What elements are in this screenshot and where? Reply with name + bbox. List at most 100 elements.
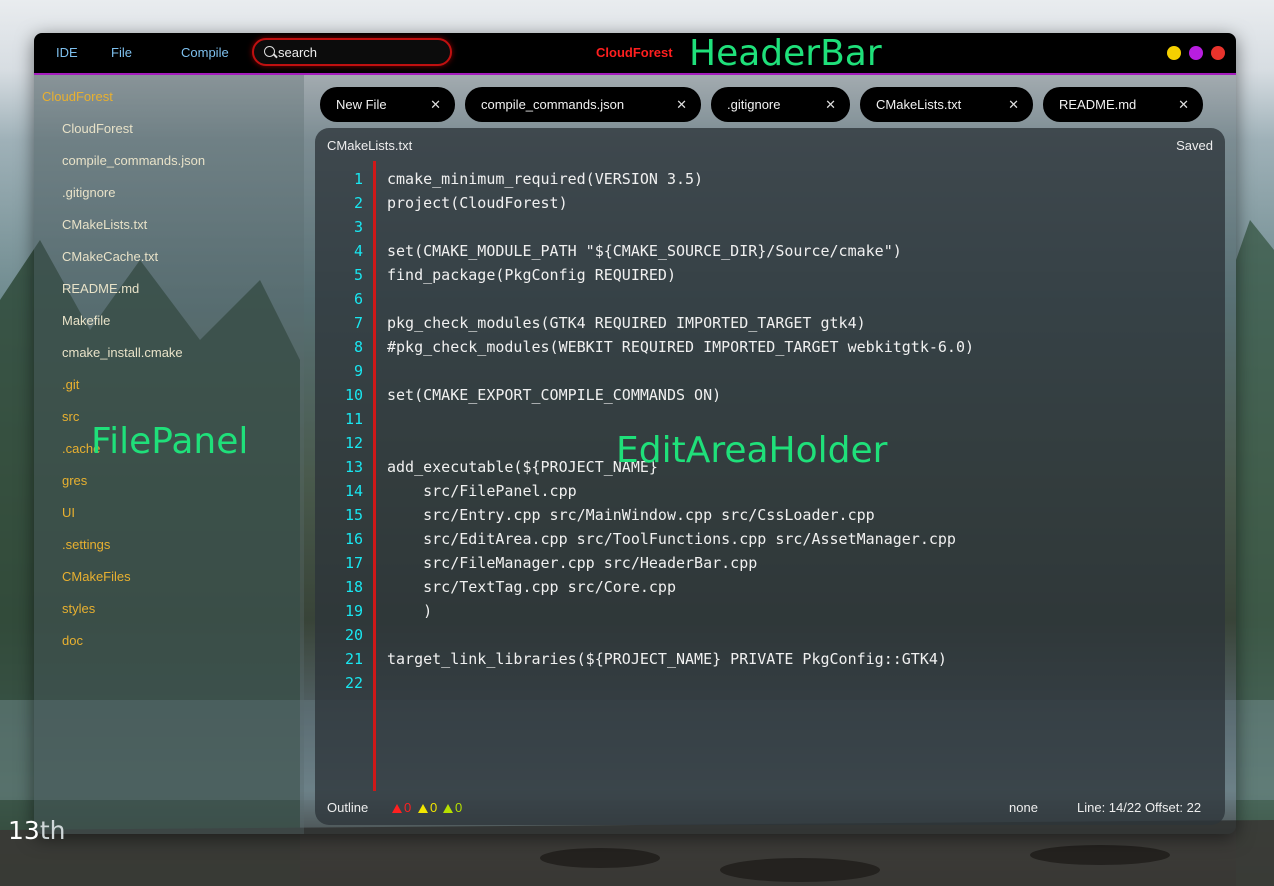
search-input[interactable] — [278, 43, 438, 61]
line-number: 9 — [353, 362, 363, 380]
file-item[interactable]: README.md — [62, 279, 139, 299]
folder-item[interactable]: styles — [62, 599, 95, 619]
line-number: 11 — [344, 410, 363, 428]
date-day: 13 — [8, 816, 40, 845]
folder-item[interactable]: src — [62, 407, 79, 427]
tab-label: README.md — [1059, 97, 1137, 112]
code-line[interactable]: target_link_libraries(${PROJECT_NAME} PR… — [387, 647, 947, 671]
code-line[interactable]: src/FilePanel.cpp — [387, 479, 577, 503]
date-suffix: th — [39, 816, 66, 845]
line-number: 17 — [344, 554, 363, 572]
file-panel-label: FilePanel — [91, 421, 249, 462]
warning-count-value: 0 — [430, 800, 438, 815]
code-line[interactable]: find_package(PkgConfig REQUIRED) — [387, 263, 676, 287]
tab-label: .gitignore — [727, 97, 781, 112]
folder-item[interactable]: UI — [62, 503, 75, 523]
search-box[interactable] — [252, 38, 452, 66]
line-number: 18 — [344, 578, 363, 596]
close-icon[interactable]: ✕ — [825, 87, 836, 122]
code-line[interactable]: src/Entry.cpp src/MainWindow.cpp src/Css… — [387, 503, 875, 527]
line-number: 16 — [344, 530, 363, 548]
code-line[interactable]: set(CMAKE_EXPORT_COMPILE_COMMANDS ON) — [387, 383, 721, 407]
info-count-value: 0 — [455, 800, 463, 815]
tab-compile-commands[interactable]: compile_commands.json ✕ — [465, 87, 701, 122]
line-number: 21 — [344, 650, 363, 668]
editor-footer: Outline 0 0 0 none Line: 14/22 Offset: 2… — [315, 788, 1225, 824]
line-number: 8 — [353, 338, 363, 356]
line-number: 22 — [344, 674, 363, 692]
code-line[interactable]: src/EditArea.cpp src/ToolFunctions.cpp s… — [387, 527, 956, 551]
line-number: 12 — [344, 434, 363, 452]
line-number: 6 — [353, 290, 363, 308]
file-panel: CloudForest CloudForest compile_commands… — [34, 75, 304, 834]
tab-cmakelists[interactable]: CMakeLists.txt ✕ — [860, 87, 1033, 122]
language-indicator[interactable]: none — [1009, 800, 1038, 815]
line-number: 10 — [344, 386, 363, 404]
gutter-divider — [373, 161, 376, 791]
file-tree-root[interactable]: CloudForest — [42, 87, 113, 107]
tab-label: New File — [336, 97, 387, 112]
code-line[interactable]: #pkg_check_modules(WEBKIT REQUIRED IMPOR… — [387, 335, 974, 359]
menu-ide-button[interactable]: IDE — [56, 33, 78, 73]
close-button[interactable] — [1211, 46, 1225, 60]
save-status: Saved — [1176, 138, 1213, 153]
editor-filename: CMakeLists.txt — [327, 138, 413, 153]
file-item[interactable]: CMakeCache.txt — [62, 247, 158, 267]
tab-label: compile_commands.json — [481, 97, 625, 112]
app-title: CloudForest — [596, 45, 673, 60]
file-item[interactable]: CloudForest — [62, 119, 133, 139]
line-number: 7 — [353, 314, 363, 332]
line-number: 3 — [353, 218, 363, 236]
folder-item[interactable]: gres — [62, 471, 87, 491]
warning-icon — [418, 804, 428, 813]
file-item[interactable]: CMakeLists.txt — [62, 215, 147, 235]
header-bar-label: HeaderBar — [689, 33, 882, 74]
cursor-position: Line: 14/22 Offset: 22 — [1077, 800, 1202, 815]
tab-readme[interactable]: README.md ✕ — [1043, 87, 1203, 122]
edit-area[interactable]: CMakeLists.txt Saved 1 cmake_minimum_requ… — [315, 128, 1225, 825]
error-count[interactable]: 0 — [392, 800, 411, 815]
edit-area-holder-label: EditAreaHolder — [616, 430, 888, 471]
header-bar: IDE File Compile CloudForest HeaderBar — [34, 33, 1236, 75]
tab-label: CMakeLists.txt — [876, 97, 962, 112]
code-line[interactable]: set(CMAKE_MODULE_PATH "${CMAKE_SOURCE_DI… — [387, 239, 902, 263]
menu-compile-button[interactable]: Compile — [181, 33, 229, 73]
folder-item[interactable]: doc — [62, 631, 83, 651]
file-item[interactable]: Makefile — [62, 311, 110, 331]
close-icon[interactable]: ✕ — [1008, 87, 1019, 122]
outline-button[interactable]: Outline — [327, 800, 368, 815]
close-icon[interactable]: ✕ — [1178, 87, 1189, 122]
ide-window: IDE File Compile CloudForest HeaderBar C… — [34, 33, 1236, 834]
line-number: 2 — [353, 194, 363, 212]
folder-item[interactable]: .git — [62, 375, 79, 395]
menu-file-button[interactable]: File — [111, 33, 132, 73]
minimize-button[interactable] — [1167, 46, 1181, 60]
tab-new-file[interactable]: New File ✕ — [320, 87, 455, 122]
file-item[interactable]: compile_commands.json — [62, 151, 205, 171]
maximize-button[interactable] — [1189, 46, 1203, 60]
close-icon[interactable]: ✕ — [430, 87, 441, 122]
folder-item[interactable]: .settings — [62, 535, 110, 555]
tab-gitignore[interactable]: .gitignore ✕ — [711, 87, 850, 122]
error-count-value: 0 — [404, 800, 412, 815]
close-icon[interactable]: ✕ — [676, 87, 687, 122]
line-number: 14 — [344, 482, 363, 500]
file-item[interactable]: cmake_install.cmake — [62, 343, 183, 363]
folder-item[interactable]: CMakeFiles — [62, 567, 131, 587]
line-number: 1 — [353, 170, 363, 188]
code-line[interactable]: src/FileManager.cpp src/HeaderBar.cpp — [387, 551, 757, 575]
code-line[interactable]: cmake_minimum_required(VERSION 3.5) — [387, 167, 703, 191]
info-count[interactable]: 0 — [443, 800, 462, 815]
line-number: 13 — [344, 458, 363, 476]
line-number: 5 — [353, 266, 363, 284]
line-number: 19 — [344, 602, 363, 620]
code-line[interactable]: src/TextTag.cpp src/Core.cpp — [387, 575, 676, 599]
file-item[interactable]: .gitignore — [62, 183, 115, 203]
line-number: 4 — [353, 242, 363, 260]
code-line[interactable]: pkg_check_modules(GTK4 REQUIRED IMPORTED… — [387, 311, 866, 335]
code-line[interactable]: ) — [387, 599, 432, 623]
warning-count[interactable]: 0 — [418, 800, 437, 815]
line-number: 20 — [344, 626, 363, 644]
code-line[interactable]: project(CloudForest) — [387, 191, 568, 215]
info-icon — [443, 804, 453, 813]
